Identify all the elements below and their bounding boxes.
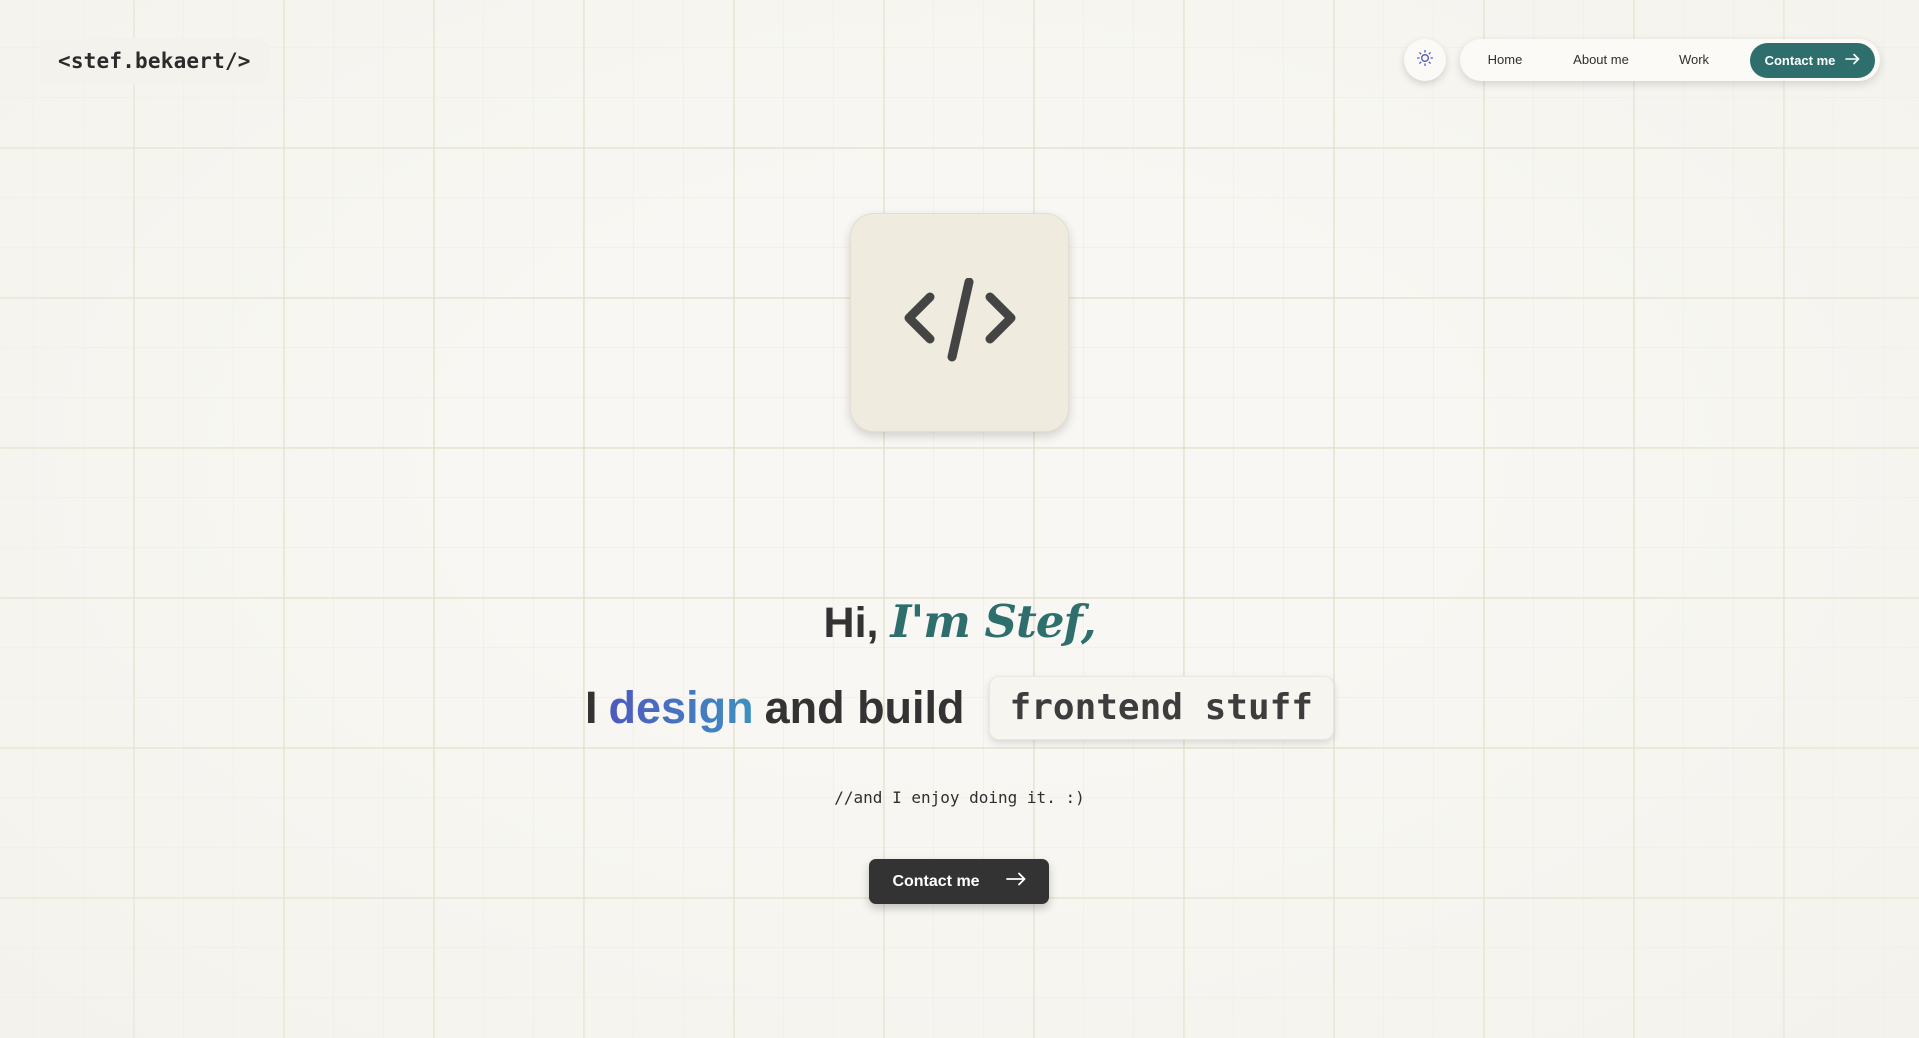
theme-toggle-button[interactable] (1404, 39, 1446, 81)
tagline-middle: and build (764, 682, 965, 733)
hero-tagline: I design and build frontend stuff (0, 676, 1919, 740)
hero-subtitle: //and I enjoy doing it. :) (834, 788, 1085, 807)
hero-contact-button[interactable]: Contact me (869, 859, 1049, 904)
code-icon (904, 277, 1016, 367)
code-chip: frontend stuff (988, 676, 1334, 740)
code-icon-card (850, 213, 1069, 432)
hero-name: I'm Stef, (890, 595, 1096, 648)
site-logo[interactable]: <stef.bekaert/> (40, 38, 269, 84)
nav-contact-button[interactable]: Contact me (1750, 43, 1875, 78)
arrow-right-icon (1005, 872, 1026, 891)
nav-contact-label: Contact me (1764, 53, 1836, 68)
nav-link-home[interactable]: Home (1488, 39, 1523, 81)
hero-greeting: Hi, (823, 599, 879, 647)
hero-greeting-line: Hi, I'm Stef, (0, 592, 1919, 653)
hero-contact-label: Contact me (892, 872, 980, 890)
tagline-highlight: design (609, 678, 754, 738)
tagline-prefix: I (585, 682, 598, 733)
main-nav: Home About me Work Contact me (1460, 39, 1880, 81)
arrow-right-icon (1845, 53, 1860, 68)
nav-link-work[interactable]: Work (1679, 39, 1709, 81)
sun-icon (1417, 49, 1433, 71)
nav-link-about[interactable]: About me (1573, 39, 1629, 81)
